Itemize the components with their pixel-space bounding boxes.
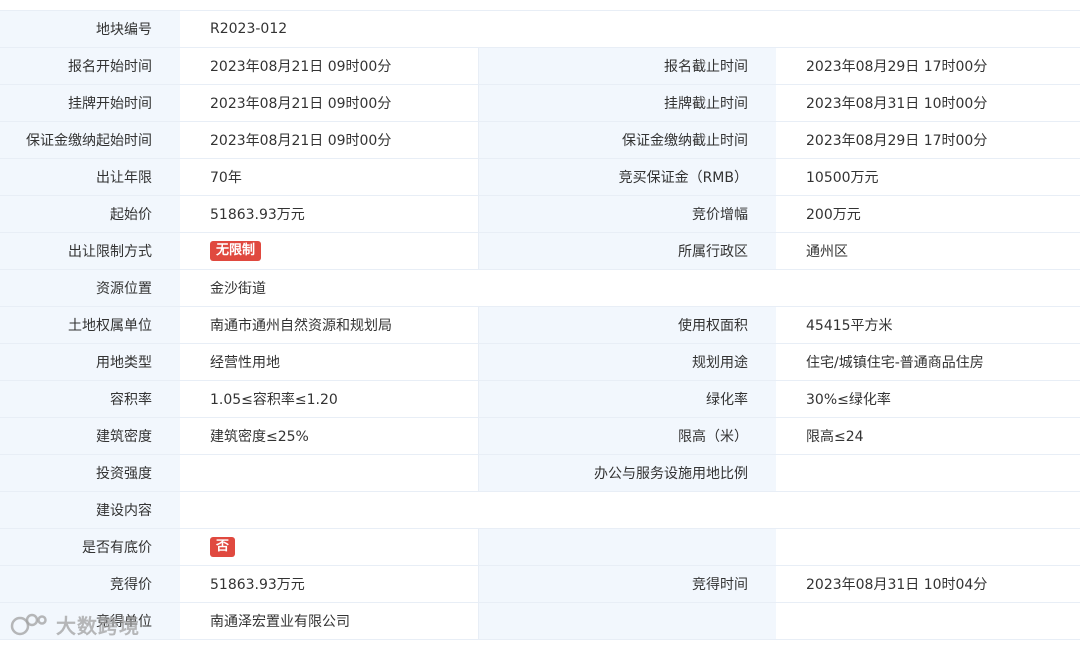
field-label: 竞价增幅	[477, 195, 776, 233]
field-label: 土地权属单位	[0, 306, 180, 344]
field-label: 挂牌截止时间	[477, 84, 776, 122]
field-label: 起始价	[0, 195, 180, 233]
field-label	[477, 528, 776, 566]
field-label: 出让年限	[0, 158, 180, 196]
table-row: 起始价 51863.93万元 竞价增幅 200万元	[0, 195, 1080, 233]
field-label: 竞买保证金（RMB）	[477, 158, 776, 196]
field-value: 无限制	[180, 232, 478, 270]
field-value: 2023年08月21日 09时00分	[180, 84, 478, 122]
field-value: 45415平方米	[776, 306, 1080, 344]
field-value: 2023年08月29日 17时00分	[776, 121, 1080, 159]
field-label: 地块编号	[0, 10, 180, 48]
table-row: 竞得单位 南通泽宏置业有限公司	[0, 602, 1080, 640]
field-value: 2023年08月31日 10时04分	[776, 565, 1080, 603]
field-label: 建设内容	[0, 491, 180, 529]
field-value: 住宅/城镇住宅-普通商品住房	[776, 343, 1080, 381]
field-label: 报名截止时间	[477, 47, 776, 85]
field-value: 30%≤绿化率	[776, 380, 1080, 418]
field-label: 报名开始时间	[0, 47, 180, 85]
field-label: 挂牌开始时间	[0, 84, 180, 122]
table-row: 资源位置 金沙街道	[0, 269, 1080, 307]
field-value: 2023年08月31日 10时00分	[776, 84, 1080, 122]
land-info-table: 地块编号 R2023-012 报名开始时间 2023年08月21日 09时00分 报名截…	[0, 10, 1080, 640]
brand-logo-icon	[10, 613, 47, 635]
table-row: 出让限制方式 无限制 所属行政区 通州区	[0, 232, 1080, 270]
field-value	[776, 528, 1080, 566]
field-label: 使用权面积	[477, 306, 776, 344]
table-row: 用地类型 经营性用地 规划用途 住宅/城镇住宅-普通商品住房	[0, 343, 1080, 381]
table-row: 报名开始时间 2023年08月21日 09时00分 报名截止时间 2023年08月29…	[0, 47, 1080, 85]
field-label: 保证金缴纳截止时间	[477, 121, 776, 159]
field-label: 容积率	[0, 380, 180, 418]
field-label: 投资强度	[0, 454, 180, 492]
field-label: 竞得价	[0, 565, 180, 603]
field-label: 保证金缴纳起始时间	[0, 121, 180, 159]
field-value: 2023年08月21日 09时00分	[180, 121, 478, 159]
field-label: 限高（米）	[477, 417, 776, 455]
watermark-text: 大数跨境	[56, 614, 140, 638]
field-value: R2023-012	[180, 10, 1080, 48]
table-row: 竞得价 51863.93万元 竞得时间 2023年08月31日 10时04分	[0, 565, 1080, 603]
table-row: 建筑密度 建筑密度≤25% 限高（米） 限高≤24	[0, 417, 1080, 455]
field-value: 51863.93万元	[180, 565, 478, 603]
field-value: 51863.93万元	[180, 195, 478, 233]
table-row: 土地权属单位 南通市通州自然资源和规划局 使用权面积 45415平方米	[0, 306, 1080, 344]
field-label: 竞得时间	[477, 565, 776, 603]
field-value: 1.05≤容积率≤1.20	[180, 380, 478, 418]
field-value: 200万元	[776, 195, 1080, 233]
table-row: 投资强度 办公与服务设施用地比例	[0, 454, 1080, 492]
field-value: 限高≤24	[776, 417, 1080, 455]
field-value: 70年	[180, 158, 478, 196]
table-row: 建设内容	[0, 491, 1080, 529]
field-value: 通州区	[776, 232, 1080, 270]
watermark: 大数跨境	[10, 610, 140, 639]
field-label: 用地类型	[0, 343, 180, 381]
status-badge: 否	[210, 537, 236, 557]
field-label: 建筑密度	[0, 417, 180, 455]
field-label: 办公与服务设施用地比例	[477, 454, 776, 492]
field-label: 规划用途	[477, 343, 776, 381]
field-label	[477, 602, 776, 640]
status-badge: 无限制	[210, 241, 262, 261]
field-value: 南通泽宏置业有限公司	[180, 602, 478, 640]
field-label: 绿化率	[477, 380, 776, 418]
field-value: 经营性用地	[180, 343, 478, 381]
land-info-table-body: 地块编号 R2023-012 报名开始时间 2023年08月21日 09时00分 报名截…	[0, 10, 1080, 640]
table-row: 出让年限 70年 竞买保证金（RMB） 10500万元	[0, 158, 1080, 196]
table-row: 挂牌开始时间 2023年08月21日 09时00分 挂牌截止时间 2023年08月31…	[0, 84, 1080, 122]
table-row: 地块编号 R2023-012	[0, 10, 1080, 48]
field-value	[776, 454, 1080, 492]
field-label: 资源位置	[0, 269, 180, 307]
field-value: 2023年08月21日 09时00分	[180, 47, 478, 85]
field-value	[180, 454, 478, 492]
table-row: 是否有底价 否	[0, 528, 1080, 566]
field-value: 2023年08月29日 17时00分	[776, 47, 1080, 85]
field-value	[180, 491, 1080, 529]
field-label: 是否有底价	[0, 528, 180, 566]
field-value	[776, 602, 1080, 640]
table-row: 容积率 1.05≤容积率≤1.20 绿化率 30%≤绿化率	[0, 380, 1080, 418]
field-value: 10500万元	[776, 158, 1080, 196]
field-value: 金沙街道	[180, 269, 1080, 307]
field-value: 否	[180, 528, 478, 566]
field-label: 出让限制方式	[0, 232, 180, 270]
field-value: 南通市通州自然资源和规划局	[180, 306, 478, 344]
field-label: 所属行政区	[477, 232, 776, 270]
table-row: 保证金缴纳起始时间 2023年08月21日 09时00分 保证金缴纳截止时间 2023…	[0, 121, 1080, 159]
field-value: 建筑密度≤25%	[180, 417, 478, 455]
